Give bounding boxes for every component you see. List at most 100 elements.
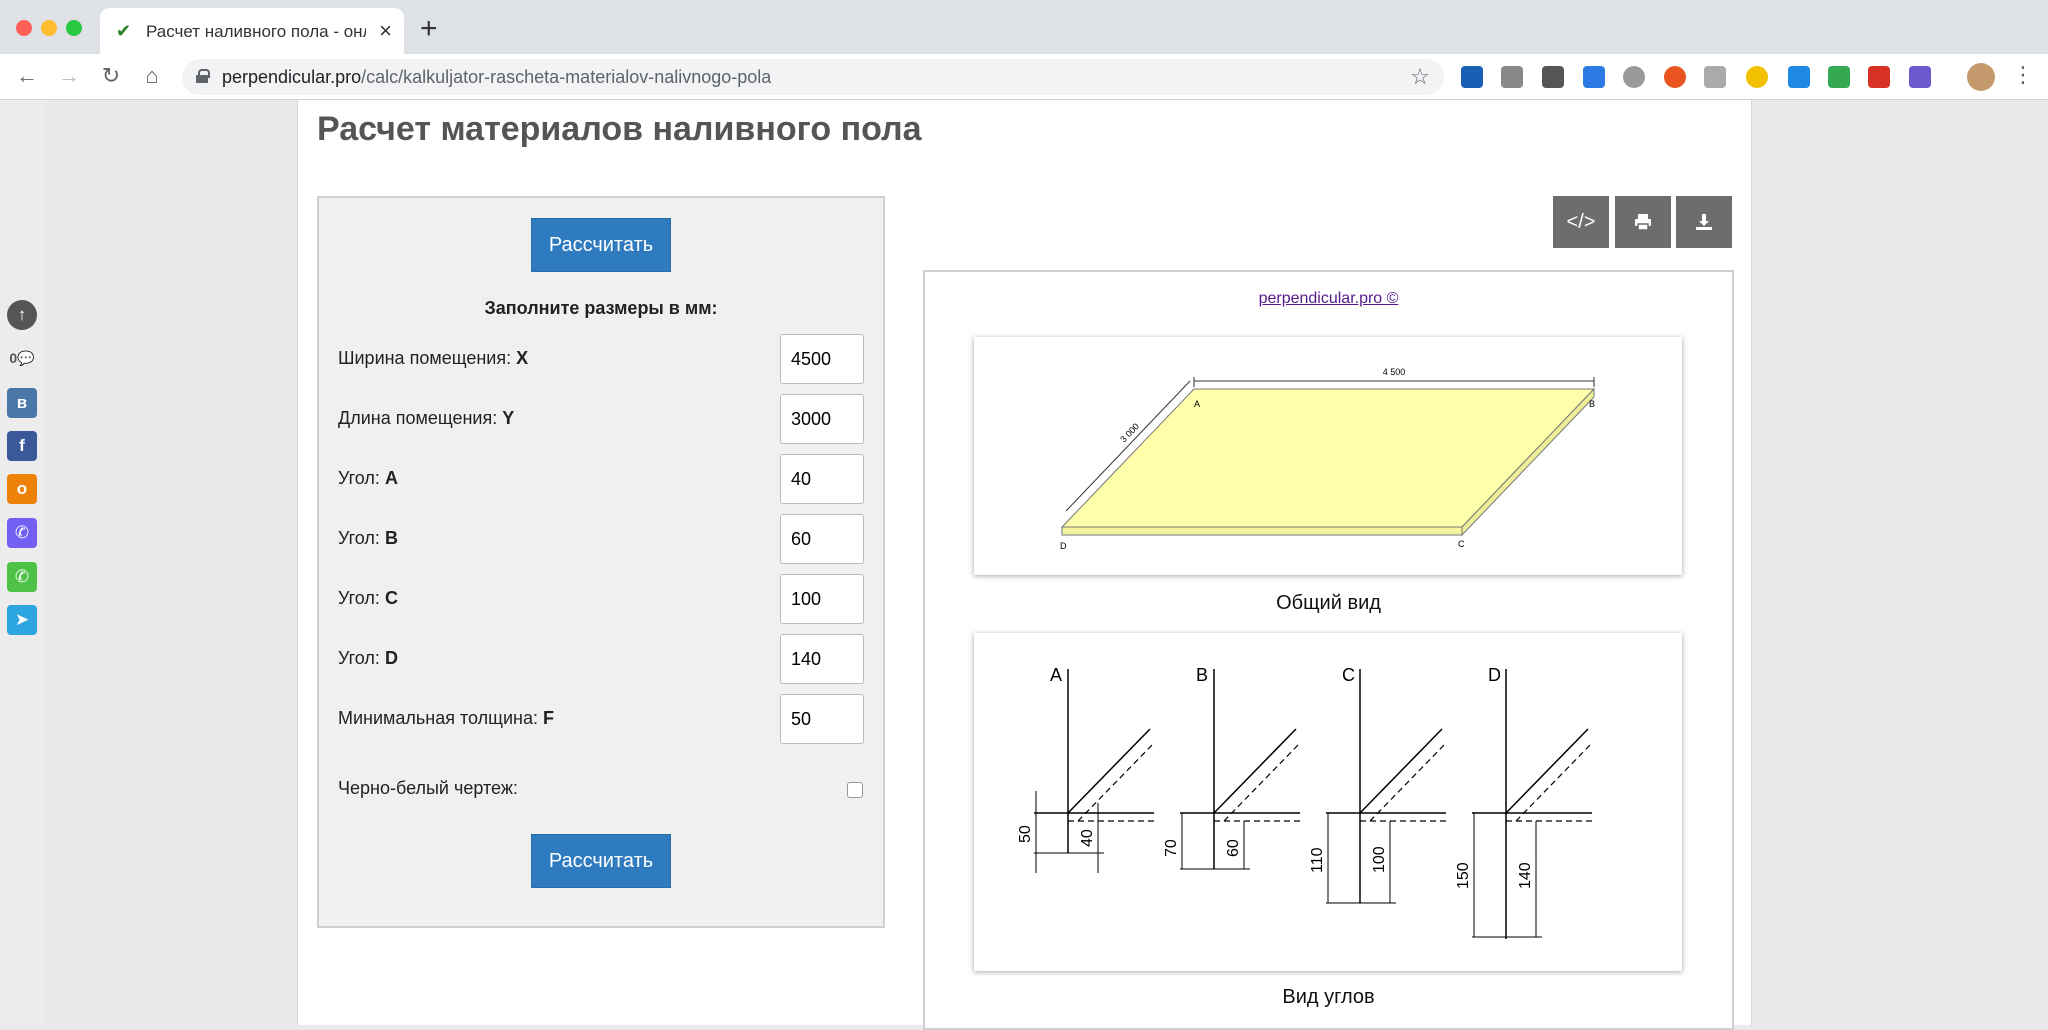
page-viewport: ↑ 0💬 в f о ✆ ✆ ➤ Расчет материалов налив… [0,100,2048,1030]
tab-close-icon[interactable]: × [379,18,392,44]
download-button[interactable] [1676,196,1732,248]
bw-drawing-checkbox[interactable] [847,782,863,798]
bw-drawing-label: Черно-белый чертеж: [338,778,518,798]
calculate-button-top[interactable]: Рассчитать [531,218,671,272]
corner-b-inner-thickness: 60 [1225,839,1242,857]
angle-a-input[interactable] [780,454,864,504]
length-dimension-label: 3 000 [1118,421,1141,444]
comments-icon[interactable]: 0💬 [7,343,37,373]
vk-share-icon[interactable]: в [7,388,37,418]
browser-tab-bar: ✔ Расчет наливного пола - онлайн × + [0,0,2048,54]
calculator-form: Рассчитать Заполните размеры в мм: Ширин… [317,196,885,928]
corner-d-label: D [1060,541,1067,551]
corner-b-label: B [1589,399,1595,409]
corner-c-inner-thickness: 100 [1371,846,1388,873]
angles-view-caption: Вид углов [1282,986,1375,1008]
min-thickness-input[interactable] [780,694,864,744]
print-button[interactable] [1615,196,1671,248]
extension-icon[interactable] [1664,66,1686,88]
bookmark-star-icon[interactable]: ☆ [1410,64,1430,90]
scroll-up-icon[interactable]: ↑ [7,300,37,330]
floor-front-edge [1061,526,1463,536]
new-tab-button[interactable]: + [420,12,438,46]
menu-icon[interactable]: ⋮ [2012,62,2034,88]
corner-c-detail: C 110 100 [1309,665,1447,904]
corner-a-outer-thickness: 50 [1017,825,1034,843]
page-title: Расчет материалов наливного пола [317,110,922,148]
angle-d-input[interactable] [780,634,864,684]
pocket-icon[interactable] [1542,66,1564,88]
extension-icon[interactable] [1868,66,1890,88]
globe-icon[interactable] [1623,66,1645,88]
telegram-share-icon[interactable]: ➤ [7,605,37,635]
extension-icon[interactable] [1583,66,1605,88]
angle-d-label: Угол: D [338,648,398,668]
extension-icon[interactable] [1746,66,1768,88]
lightning-icon[interactable] [1909,66,1931,88]
angle-a-label: Угол: A [338,468,398,488]
corner-c-label: C [1342,665,1355,685]
whatsapp-share-icon[interactable]: ✆ [7,562,37,592]
share-sidebar: ↑ 0💬 в f о ✆ ✆ ➤ [0,100,46,1025]
width-dimension-label: 4 500 [1383,367,1406,377]
angle-c-label: Угол: C [338,588,398,608]
width-input[interactable] [780,334,864,384]
corner-a-label: A [1050,665,1062,685]
corner-d-inner-thickness: 140 [1517,862,1534,889]
reload-icon[interactable]: ↻ [98,63,124,89]
form-heading: Заполните размеры в мм: [484,298,718,318]
embed-code-button[interactable]: </> [1553,196,1609,248]
copyright-link[interactable]: perpendicular.pro © [925,290,1732,308]
corner-d-label: D [1488,665,1501,685]
angles-view-image: A 50 40 B 70 60 C 110 100 D 150 140 [974,633,1682,971]
tab-title: Расчет наливного пола - онлайн [146,22,366,41]
corner-d-detail: D 150 140 [1455,665,1593,939]
home-icon[interactable]: ⌂ [139,63,165,89]
angle-c-input[interactable] [780,574,864,624]
checkmark-icon: ✔ [116,21,132,41]
code-icon: </> [1566,211,1596,233]
corner-b-outer-thickness: 70 [1163,839,1180,857]
corner-c-outer-thickness: 110 [1309,847,1326,873]
corner-b-detail: B 70 60 [1163,665,1301,870]
profile-avatar[interactable] [1967,63,1995,91]
download-icon [1696,214,1712,230]
maximize-window-button[interactable] [66,20,82,36]
viber-share-icon[interactable]: ✆ [7,518,37,548]
lock-icon [196,69,210,83]
angle-b-label: Угол: B [338,528,398,548]
width-label: Ширина помещения: X [338,348,529,368]
extension-icon[interactable] [1501,66,1523,88]
calculate-button-bottom[interactable]: Рассчитать [531,834,671,888]
corner-a-inner-thickness: 40 [1079,829,1096,847]
odnoklassniki-share-icon[interactable]: о [7,474,37,504]
length-input[interactable] [780,394,864,444]
corner-b-label: B [1196,665,1208,685]
address-bar[interactable]: perpendicular.pro/calc/kalkuljator-rasch… [182,59,1444,95]
download-extension-icon[interactable] [1788,66,1810,88]
angle-b-input[interactable] [780,514,864,564]
length-label: Длина помещения: Y [338,408,515,428]
corner-a-detail: A 50 40 [1017,665,1155,873]
corner-d-outer-thickness: 150 [1455,862,1472,889]
corner-a-label: A [1194,399,1200,409]
forward-icon[interactable]: → [56,63,82,89]
back-icon[interactable]: ← [14,63,40,89]
floor-top-surface [1060,388,1596,528]
floor-isometric-drawing: 4 500 3 000 A B C D [1060,367,1596,551]
corner-c-label: C [1458,539,1465,549]
main-content: Расчет материалов наливного пола Рассчит… [297,100,1752,1030]
general-view-caption: Общий вид [1276,592,1381,614]
browser-tab[interactable]: ✔ Расчет наливного пола - онлайн × [100,8,404,54]
angles-drawing: A 50 40 B 70 60 C 110 100 D 150 140 [1017,665,1593,939]
min-thickness-label: Минимальная толщина: F [338,708,555,728]
facebook-share-icon[interactable]: f [7,431,37,461]
general-view-image: 4 500 3 000 A B C D [974,337,1682,575]
extension-icon[interactable] [1704,66,1726,88]
minimize-window-button[interactable] [41,20,57,36]
url-text: perpendicular.pro/calc/kalkuljator-rasch… [222,67,772,87]
browser-toolbar: ← → ↻ ⌂ perpendicular.pro/calc/kalkuljat… [0,54,2048,100]
extension-icon[interactable] [1461,66,1483,88]
close-window-button[interactable] [16,20,32,36]
extension-icon[interactable] [1828,66,1850,88]
